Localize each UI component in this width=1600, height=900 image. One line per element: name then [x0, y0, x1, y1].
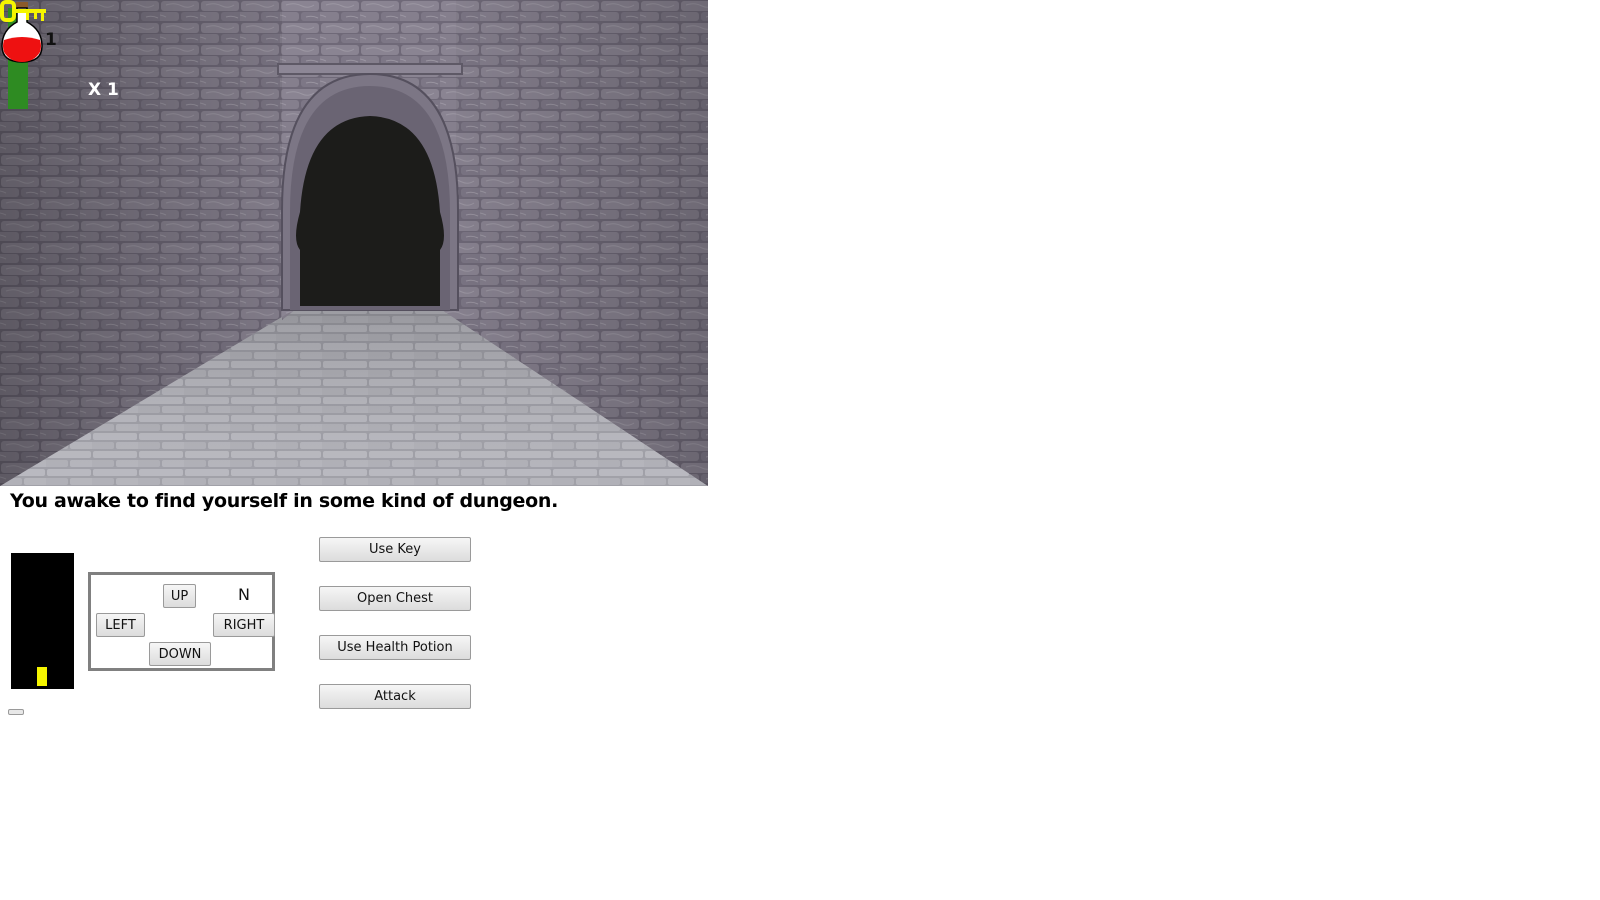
- down-button[interactable]: DOWN: [149, 642, 211, 666]
- left-button[interactable]: LEFT: [96, 613, 145, 637]
- direction-pad: UP N LEFT RIGHT DOWN: [88, 572, 275, 671]
- open-chest-button[interactable]: Open Chest: [319, 586, 471, 611]
- dungeon-view: 20 1 X 1: [0, 0, 708, 486]
- key-icon: [0, 0, 46, 22]
- compass-direction: N: [238, 585, 250, 604]
- player-marker: [37, 667, 47, 686]
- up-button[interactable]: UP: [163, 584, 196, 608]
- dungeon-scene: [0, 0, 708, 486]
- minimap: [11, 553, 74, 689]
- right-button[interactable]: RIGHT: [213, 613, 275, 637]
- potion-count: 1: [45, 30, 57, 50]
- use-key-button[interactable]: Use Key: [319, 537, 471, 562]
- attack-button[interactable]: Attack: [319, 684, 471, 709]
- use-health-potion-button[interactable]: Use Health Potion: [319, 635, 471, 660]
- narration-message: You awake to find yourself in some kind …: [10, 490, 559, 512]
- key-count: X 1: [88, 80, 119, 100]
- small-empty-button[interactable]: [8, 709, 24, 715]
